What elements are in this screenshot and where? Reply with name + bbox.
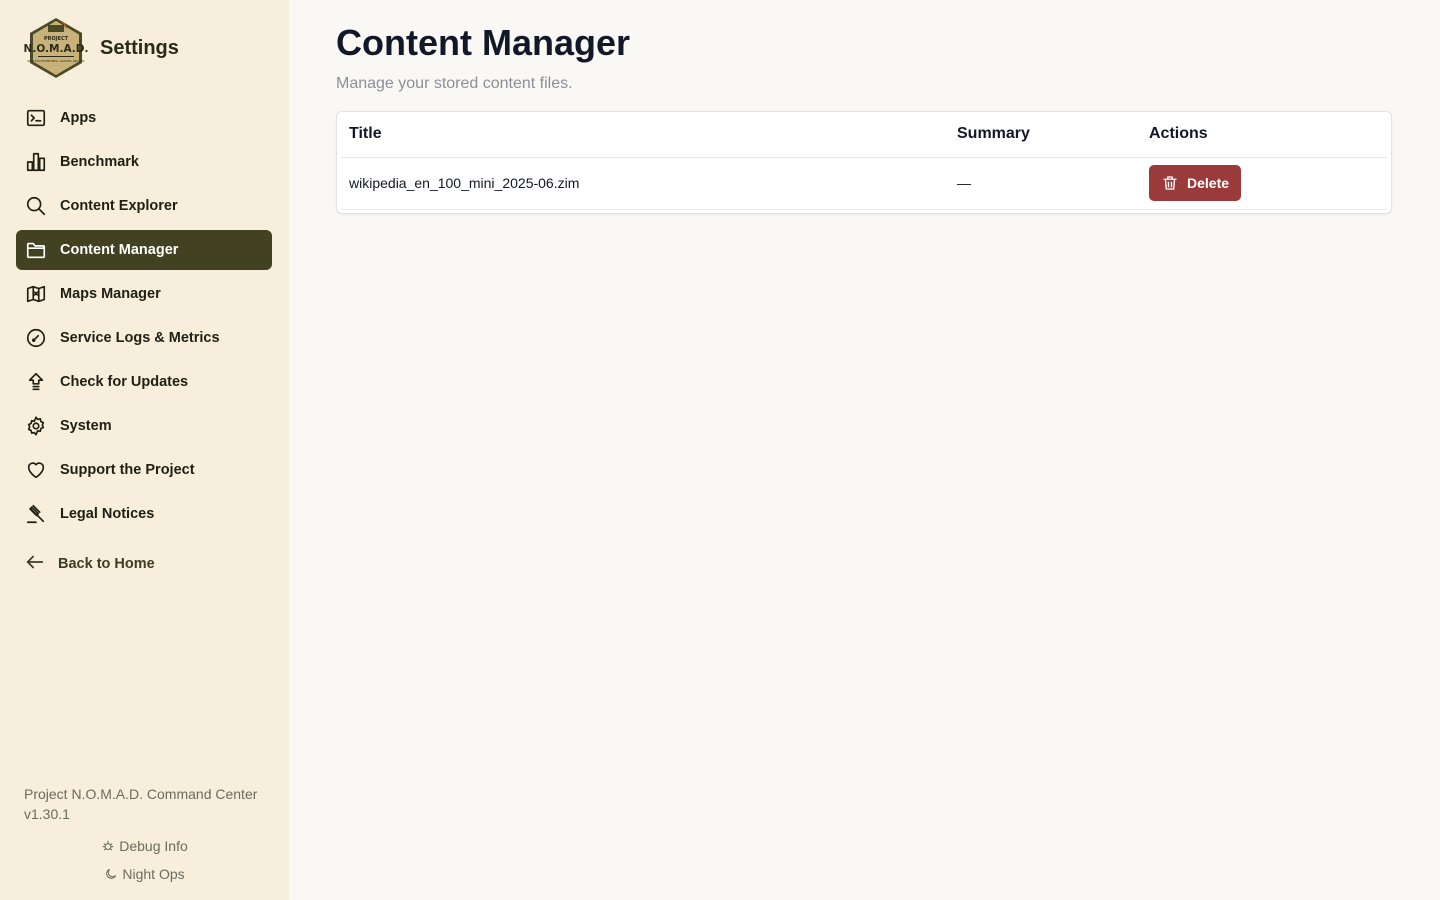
table-row: wikipedia_en_100_mini_2025-06.zim — Dele… — [341, 157, 1387, 210]
svg-text:N.O.M.A.D.: N.O.M.A.D. — [24, 43, 88, 55]
sidebar-item-legal[interactable]: Legal Notices — [16, 494, 272, 534]
page-title: Content Manager — [336, 22, 631, 63]
page-subtitle: Manage your stored content files. — [336, 75, 573, 92]
sidebar-nav: Apps Benchmark Content Explorer Content … — [16, 98, 272, 538]
sidebar-item-label: Content Explorer — [60, 198, 178, 214]
file-title-cell: wikipedia_en_100_mini_2025-06.zim — [341, 157, 949, 210]
back-to-home-label: Back to Home — [58, 556, 155, 572]
sidebar-item-content-manager[interactable]: Content Manager — [16, 230, 272, 270]
summary-cell: — — [949, 157, 1141, 210]
gauge-icon — [24, 326, 48, 350]
content-table: Title Summary Actions wikipedia_en_100_m… — [341, 112, 1387, 210]
sidebar-title: Settings — [100, 36, 179, 59]
debug-info-label: Debug Info — [119, 838, 188, 854]
sidebar-item-label: Service Logs & Metrics — [60, 330, 220, 346]
footer-links: Debug Info Night Ops — [0, 832, 289, 888]
sidebar-item-label: Benchmark — [60, 154, 139, 170]
sidebar-item-support[interactable]: Support the Project — [16, 450, 272, 490]
night-ops-label: Night Ops — [122, 866, 185, 882]
back-to-home-link[interactable]: Back to Home — [16, 544, 272, 584]
nomad-logo: PROJECT N.O.M.A.D. NODE FOR OFFLINE MEDI… — [24, 18, 88, 78]
night-ops-toggle[interactable]: Night Ops — [0, 860, 289, 888]
sidebar-item-apps[interactable]: Apps — [16, 98, 272, 138]
gear-icon — [24, 414, 48, 438]
gavel-icon — [24, 502, 48, 526]
actions-cell: Delete — [1141, 157, 1387, 210]
sidebar-item-system[interactable]: System — [16, 406, 272, 446]
sidebar-item-label: Support the Project — [60, 462, 195, 478]
sidebar-item-label: System — [60, 418, 112, 434]
search-icon — [24, 194, 48, 218]
sidebar-item-content-explorer[interactable]: Content Explorer — [16, 186, 272, 226]
content-table-card: Title Summary Actions wikipedia_en_100_m… — [336, 111, 1392, 214]
table-header-row: Title Summary Actions — [341, 112, 1387, 158]
sidebar-item-maps-manager[interactable]: Maps Manager — [16, 274, 272, 314]
sidebar-item-label: Legal Notices — [60, 506, 155, 522]
terminal-icon — [24, 106, 48, 130]
delete-button-label: Delete — [1187, 175, 1230, 191]
sidebar-item-label: Content Manager — [60, 242, 179, 258]
delete-button[interactable]: Delete — [1149, 165, 1242, 201]
trash-icon — [1163, 176, 1177, 190]
product-name: Project N.O.M.A.D. Command Center — [24, 786, 258, 802]
bar-chart-icon — [24, 150, 48, 174]
sidebar-item-benchmark[interactable]: Benchmark — [16, 142, 272, 182]
sidebar-footer: Project N.O.M.A.D. Command Center v1.30.… — [24, 784, 272, 824]
moon-icon — [106, 868, 117, 879]
debug-info-link[interactable]: Debug Info — [0, 832, 289, 860]
sidebar-item-label: Apps — [60, 110, 97, 126]
column-header-actions: Actions — [1141, 112, 1387, 158]
sidebar-item-check-updates[interactable]: Check for Updates — [16, 362, 272, 402]
brand: PROJECT N.O.M.A.D. NODE FOR OFFLINE MEDI… — [24, 16, 179, 80]
sidebar-item-label: Maps Manager — [60, 286, 161, 302]
sidebar-item-label: Check for Updates — [60, 374, 189, 390]
svg-text:PROJECT: PROJECT — [44, 36, 69, 42]
column-header-summary: Summary — [949, 112, 1141, 158]
sidebar: PROJECT N.O.M.A.D. NODE FOR OFFLINE MEDI… — [0, 0, 289, 900]
svg-text:NODE FOR OFFLINE MEDIA, ARCHIV: NODE FOR OFFLINE MEDIA, ARCHIVES, AND DA… — [28, 60, 85, 63]
version-label: v1.30.1 — [24, 806, 70, 822]
map-icon — [24, 282, 48, 306]
upload-arrow-icon — [24, 370, 48, 394]
folder-icon — [24, 238, 48, 262]
arrow-left-icon — [24, 551, 46, 577]
column-header-title: Title — [341, 112, 949, 158]
bug-icon — [103, 840, 114, 851]
heart-icon — [24, 458, 48, 482]
sidebar-item-service-logs[interactable]: Service Logs & Metrics — [16, 318, 272, 358]
